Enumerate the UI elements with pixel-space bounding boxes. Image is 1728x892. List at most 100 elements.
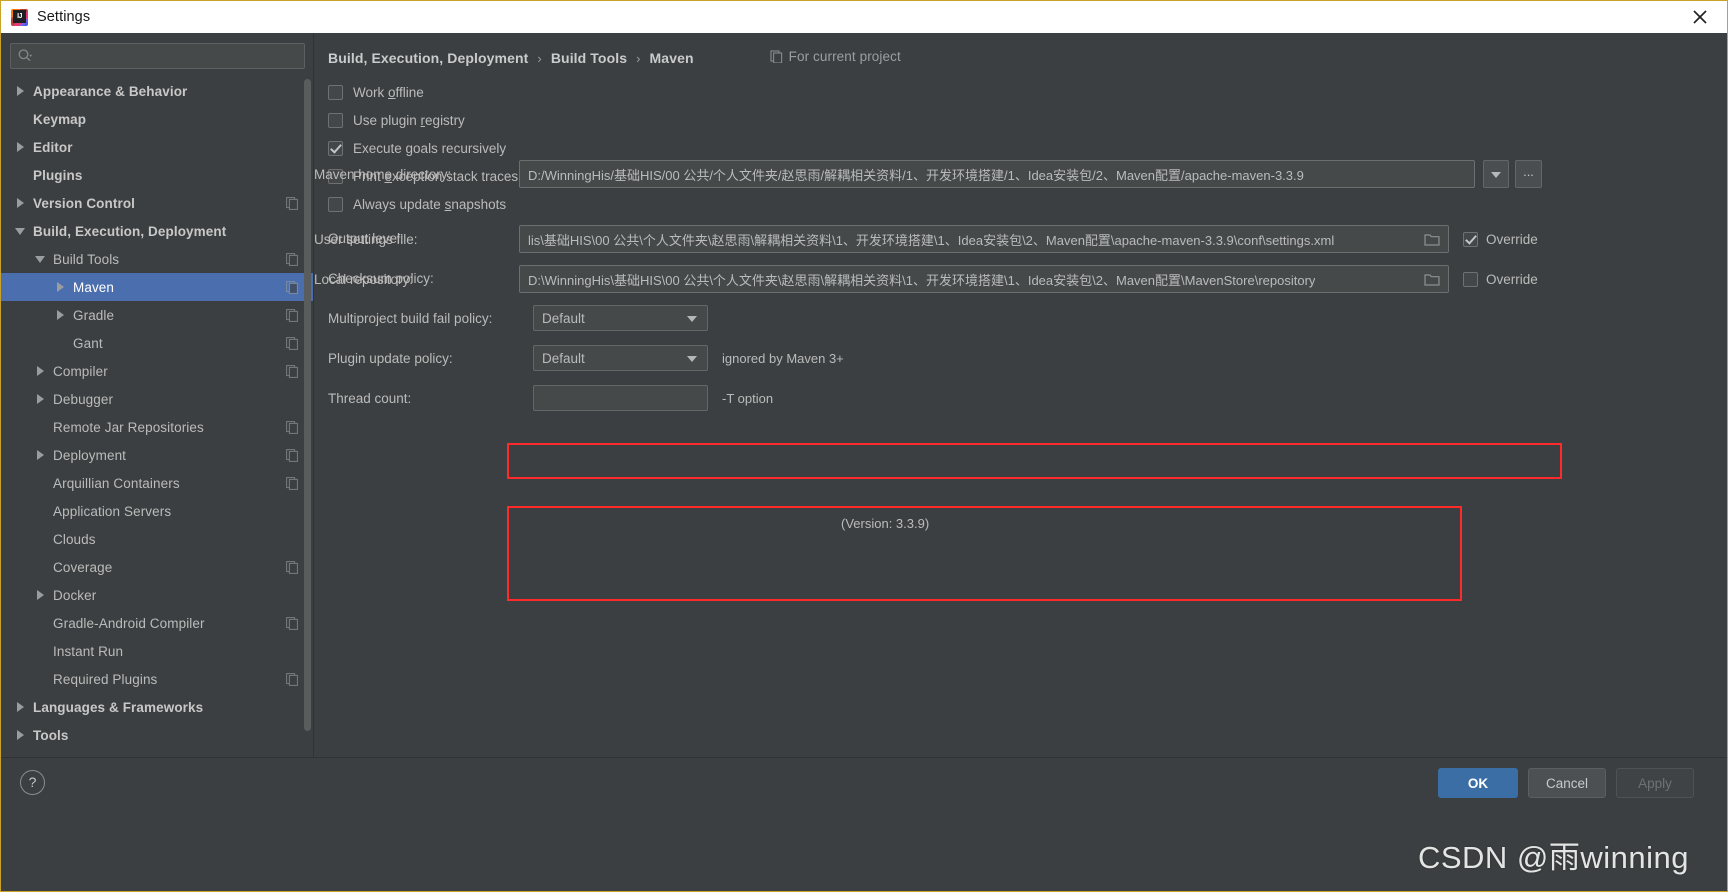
- sidebar-scrollbar-thumb[interactable]: [304, 79, 311, 731]
- checkbox-row-execute-goals-recursively[interactable]: Execute goals recursively: [328, 134, 1727, 162]
- folder-icon[interactable]: [1424, 272, 1440, 287]
- local-repository-override-checkbox[interactable]: [1463, 271, 1478, 287]
- sidebar-item-gant[interactable]: Gant: [1, 329, 313, 357]
- paths-highlight: [507, 506, 1462, 601]
- checkbox-execute-goals-recursively[interactable]: [328, 140, 343, 156]
- plugin-update-policy-value: Default: [542, 350, 585, 366]
- multiproject-build-fail-policy-row: Multiproject build fail policy: Default: [328, 298, 1727, 338]
- chevron-right-icon[interactable]: [55, 309, 67, 321]
- sidebar-item-plugins[interactable]: Plugins: [1, 161, 313, 189]
- chevron-right-icon[interactable]: [15, 729, 27, 741]
- sidebar-item-label: Required Plugins: [53, 671, 158, 687]
- checkbox-group: Work offline Use plugin registry Execute g…: [328, 78, 1727, 218]
- sidebar-scrollbar[interactable]: [304, 79, 311, 745]
- sidebar-item-clouds[interactable]: Clouds: [1, 525, 313, 553]
- sidebar-item-languages-frameworks[interactable]: Languages & Frameworks: [1, 693, 313, 721]
- sidebar-item-label: Gant: [73, 335, 103, 351]
- chevron-right-icon[interactable]: [15, 701, 27, 713]
- sidebar-item-label: Tools: [33, 727, 69, 743]
- sidebar-item-label: Version Control: [33, 195, 136, 211]
- apply-button[interactable]: Apply: [1616, 768, 1694, 798]
- local-repository-input[interactable]: D:\WinningHis\基础HIS\00 公共\个人文件夹\赵思雨\解耦相关…: [519, 265, 1449, 293]
- sidebar-item-label: Docker: [53, 587, 97, 603]
- settings-dialog: Settings: [0, 0, 1728, 892]
- folder-icon[interactable]: [1424, 232, 1440, 247]
- close-icon[interactable]: [1687, 4, 1713, 30]
- checkbox-use-plugin-registry[interactable]: [328, 112, 343, 128]
- help-button[interactable]: ?: [20, 770, 45, 795]
- sidebar-item-keymap[interactable]: Keymap: [1, 105, 313, 133]
- plugin-update-policy-row: Plugin update policy: Default ignored by M…: [328, 338, 1727, 378]
- ok-button[interactable]: OK: [1438, 768, 1518, 798]
- project-scope-icon: [286, 448, 299, 462]
- chevron-right-icon[interactable]: [15, 197, 27, 209]
- sidebar-item-application-servers[interactable]: Application Servers: [1, 497, 313, 525]
- sidebar-item-label: Compiler: [53, 363, 108, 379]
- sidebar-item-build-tools[interactable]: Build Tools: [1, 245, 313, 273]
- chevron-right-icon[interactable]: [35, 449, 47, 461]
- sidebar-item-arquillian-containers[interactable]: Arquillian Containers: [1, 469, 313, 497]
- chevron-right-icon[interactable]: [35, 393, 47, 405]
- multiproject-build-fail-policy-combo[interactable]: Default: [533, 305, 708, 331]
- sidebar-item-remote-jar-repositories[interactable]: Remote Jar Repositories: [1, 413, 313, 441]
- sidebar-item-debugger[interactable]: Debugger: [1, 385, 313, 413]
- chevron-right-icon[interactable]: [15, 141, 27, 153]
- checkbox-work-offline[interactable]: [328, 84, 343, 100]
- sidebar-item-maven[interactable]: Maven: [1, 273, 313, 301]
- sidebar-item-docker[interactable]: Docker: [1, 581, 313, 609]
- project-scope-icon: [286, 280, 299, 294]
- maven-home-browse-button[interactable]: ...: [1515, 160, 1542, 188]
- sidebar-item-label: Gradle-Android Compiler: [53, 615, 205, 631]
- cancel-button[interactable]: Cancel: [1528, 768, 1606, 798]
- breadcrumb-separator: ›: [636, 51, 641, 66]
- sidebar-item-coverage[interactable]: Coverage: [1, 553, 313, 581]
- maven-home-input[interactable]: D:/WinningHis/基础HIS/00 公共/个人文件夹/赵思雨/解耦相关…: [519, 160, 1475, 188]
- checkbox-always-update-snapshots[interactable]: [328, 196, 343, 212]
- chevron-right-icon[interactable]: [55, 281, 67, 293]
- sidebar-item-instant-run[interactable]: Instant Run: [1, 637, 313, 665]
- local-repository-override[interactable]: Override: [1463, 271, 1538, 287]
- sidebar-item-deployment[interactable]: Deployment: [1, 441, 313, 469]
- checkbox-row-always-update-snapshots[interactable]: Always update snapshots: [328, 190, 1727, 218]
- sidebar-item-editor[interactable]: Editor: [1, 133, 313, 161]
- breadcrumb-separator: ›: [537, 51, 542, 66]
- user-settings-override[interactable]: Override: [1463, 231, 1538, 247]
- sidebar-item-build-execution-deployment[interactable]: Build, Execution, Deployment: [1, 217, 313, 245]
- checkbox-row-work-offline[interactable]: Work offline: [328, 78, 1727, 106]
- chevron-right-icon[interactable]: [35, 365, 47, 377]
- user-settings-input[interactable]: lis\基础HIS\00 公共\个人文件夹\赵思雨\解耦相关资料\1、开发环境搭…: [519, 225, 1449, 253]
- sidebar-item-appearance-behavior[interactable]: Appearance & Behavior: [1, 77, 313, 105]
- search-box[interactable]: [10, 43, 305, 69]
- chevron-down-icon[interactable]: [15, 225, 27, 237]
- maven-home-label: Maven home directory:: [314, 166, 452, 182]
- sidebar-item-label: Application Servers: [53, 503, 172, 519]
- project-scope-icon: [770, 50, 783, 64]
- user-settings-override-checkbox[interactable]: [1463, 231, 1478, 247]
- for-current-project-text: For current project: [788, 49, 901, 64]
- sidebar-item-tools[interactable]: Tools: [1, 721, 313, 749]
- maven-home-dropdown-button[interactable]: [1483, 160, 1509, 188]
- settings-tree[interactable]: Appearance & Behavior Keymap Editor Plugins…: [1, 75, 313, 757]
- search-input[interactable]: [35, 48, 298, 64]
- sidebar-item-required-plugins[interactable]: Required Plugins: [1, 665, 313, 693]
- sidebar-item-version-control[interactable]: Version Control: [1, 189, 313, 217]
- sidebar-item-gradle[interactable]: Gradle: [1, 301, 313, 329]
- local-repository-label: Local repository:: [314, 271, 414, 287]
- sidebar-item-gradle-android-compiler[interactable]: Gradle-Android Compiler: [1, 609, 313, 637]
- chevron-down-icon[interactable]: [35, 253, 47, 265]
- chevron-right-icon[interactable]: [35, 589, 47, 601]
- plugin-update-policy-combo[interactable]: Default: [533, 345, 708, 371]
- thread-count-input[interactable]: [533, 385, 708, 411]
- dialog-body: Appearance & Behavior Keymap Editor Plugins…: [1, 33, 1727, 757]
- local-repository-value: D:\WinningHis\基础HIS\00 公共\个人文件夹\赵思雨\解耦相关…: [528, 272, 1316, 288]
- sidebar-item-compiler[interactable]: Compiler: [1, 357, 313, 385]
- checkbox-row-use-plugin-registry[interactable]: Use plugin registry: [328, 106, 1727, 134]
- project-scope-icon: [286, 476, 299, 490]
- chevron-right-icon[interactable]: [15, 85, 27, 97]
